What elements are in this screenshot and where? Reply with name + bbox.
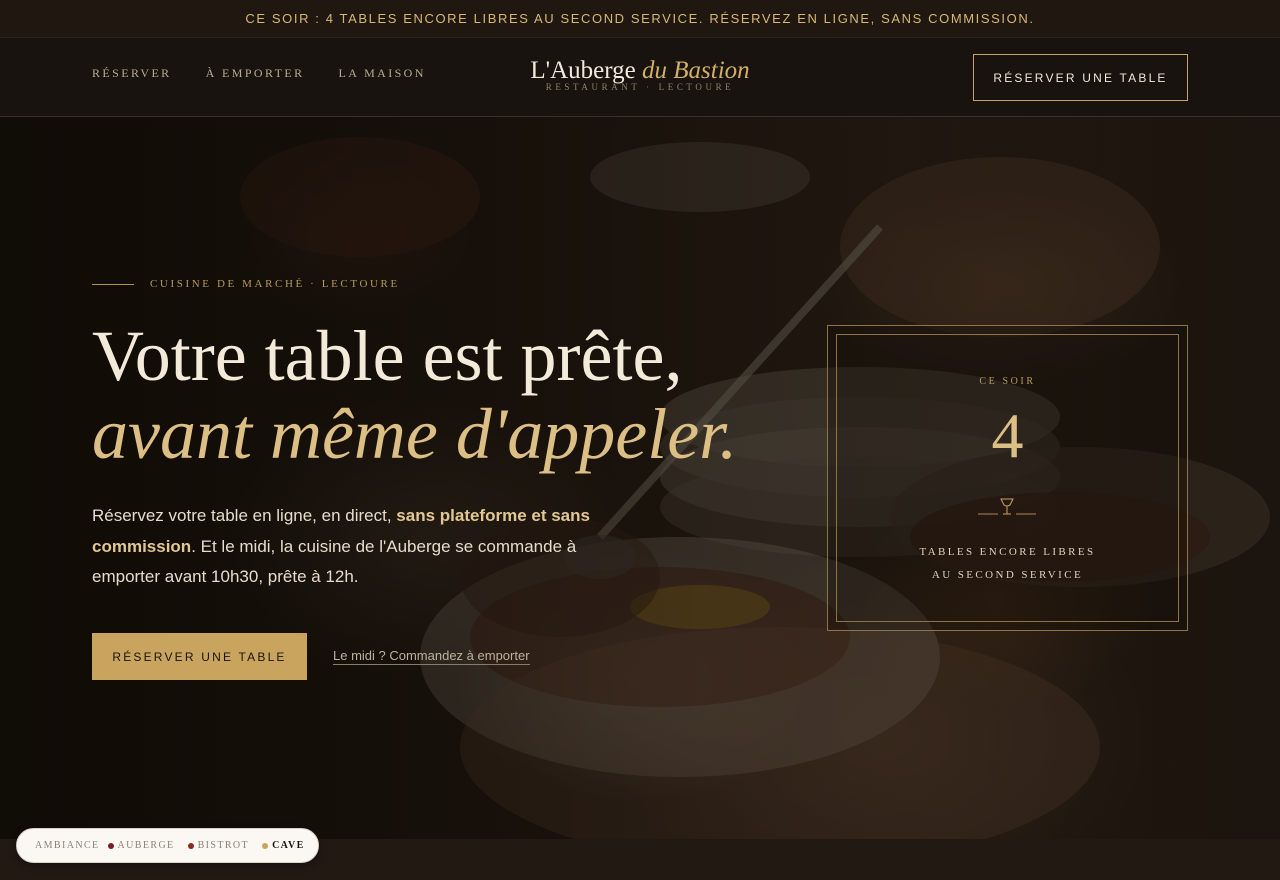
hero-headline: Votre table est prête, avant même d'appe… <box>92 317 812 473</box>
hero-lead: Réservez votre table en ligne, en direct… <box>92 501 602 593</box>
headline-line-1: Votre table est prête, <box>92 316 683 396</box>
logo-name-plain: L'Auberge <box>530 57 636 84</box>
availability-caption-line-1: TABLES ENCORE LIBRES <box>919 546 1096 558</box>
hero-section: CUISINE DE MARCHÉ · LECTOURE Votre table… <box>0 117 1280 839</box>
ambiance-switcher: AMBIANCE AUBERGE BISTROT CAVE <box>16 828 319 863</box>
availability-count: 4 <box>991 400 1024 471</box>
headline-line-2: avant même d'appeler. <box>92 394 738 474</box>
auberge-color-dot <box>107 842 114 849</box>
lead-text-1: Réservez votre table en ligne, en direct… <box>92 506 397 525</box>
availability-caption-line-2: AU SECOND SERVICE <box>931 569 1084 581</box>
ambiance-option-label: CAVE <box>272 840 305 851</box>
ambiance-option-label: BISTROT <box>197 840 250 851</box>
eyebrow-divider <box>92 283 134 285</box>
ambiance-option-bistrot[interactable]: BISTROT <box>187 840 250 851</box>
ambiance-option-cave[interactable]: CAVE <box>262 840 305 851</box>
ambiance-label: AMBIANCE <box>35 840 100 851</box>
wine-glass-icon <box>978 498 1036 515</box>
hero-eyebrow: CUISINE DE MARCHÉ · LECTOURE <box>92 278 400 290</box>
eyebrow-text: CUISINE DE MARCHÉ · LECTOURE <box>150 278 400 290</box>
logo-name-italic: du Bastion <box>642 57 750 84</box>
hero-reserve-button[interactable]: RÉSERVER UNE TABLE <box>92 633 307 680</box>
site-header: RÉSERVER À EMPORTER LA MAISON L'Auberge … <box>0 38 1280 117</box>
ambiance-option-label: AUBERGE <box>117 840 175 851</box>
bistrot-color-dot <box>187 842 194 849</box>
announcement-text: CE SOIR : 4 TABLES ENCORE LIBRES AU SECO… <box>245 11 1035 26</box>
announcement-bar: CE SOIR : 4 TABLES ENCORE LIBRES AU SECO… <box>0 0 1280 38</box>
availability-label: CE SOIR <box>979 376 1036 387</box>
ambiance-option-auberge[interactable]: AUBERGE <box>107 840 175 851</box>
takeaway-link[interactable]: Le midi ? Commandez à emporter <box>333 648 530 665</box>
header-reserve-button[interactable]: RÉSERVER UNE TABLE <box>973 54 1188 101</box>
cave-color-dot <box>262 842 269 849</box>
availability-caption: TABLES ENCORE LIBRES AU SECOND SERVICE <box>836 541 1179 587</box>
